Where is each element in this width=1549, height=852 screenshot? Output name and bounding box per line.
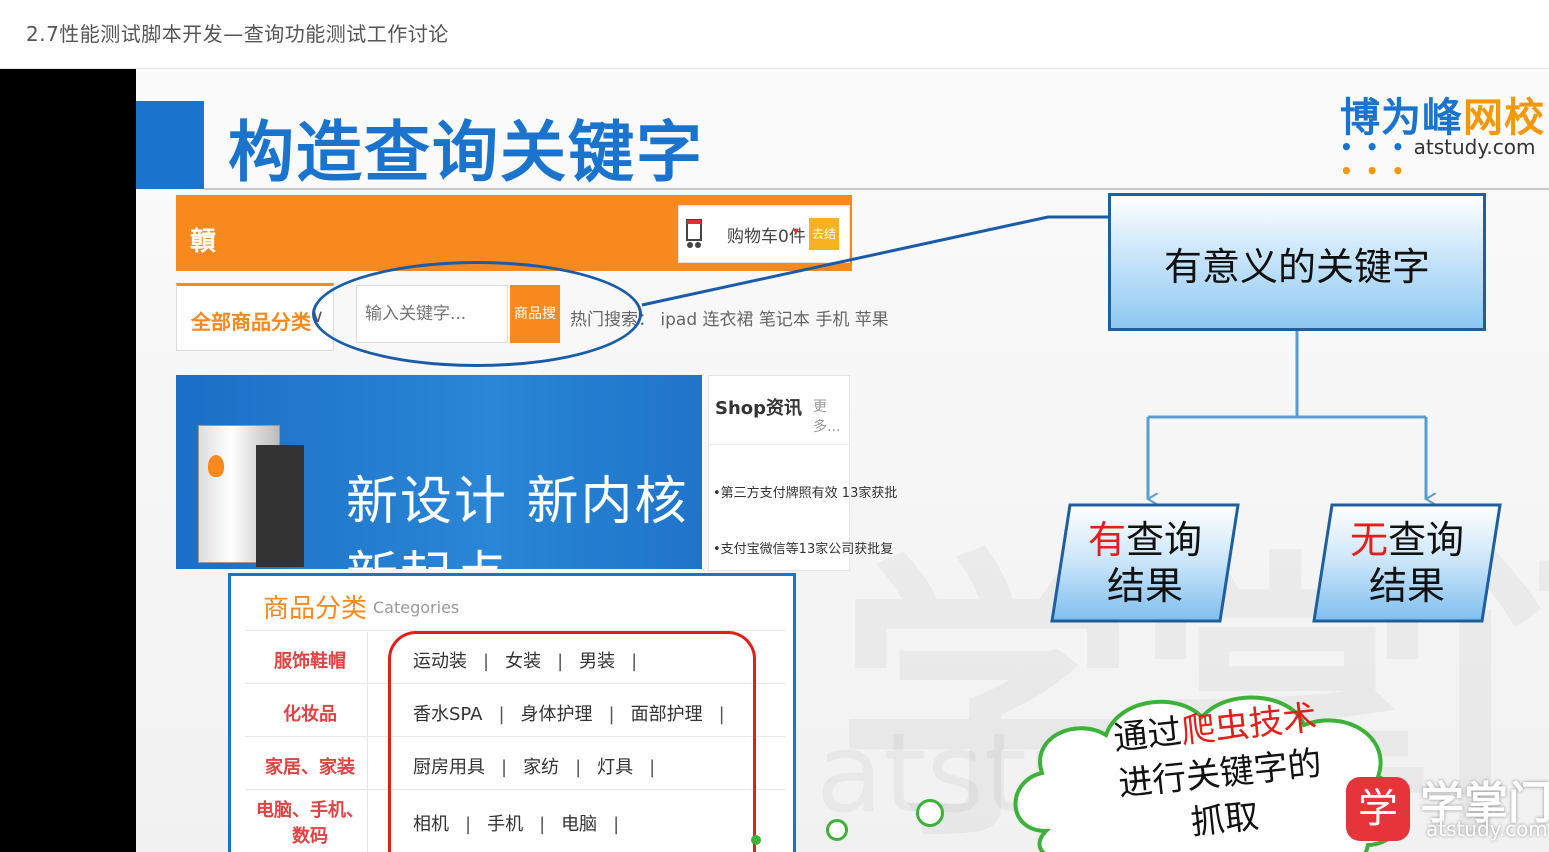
result-box-none: 无查询 结果 — [1312, 503, 1502, 623]
bubble-small — [826, 819, 848, 841]
video-player[interactable]: 学掌门 atstudy 构造查询关键字 博为峰网校 • • • atstudy.… — [0, 69, 1549, 852]
result-box-found: 有查询 结果 — [1050, 503, 1240, 623]
result-found-word: 查询 — [1126, 518, 1203, 562]
meaningful-keywords-label: 有意义的关键字 — [1163, 245, 1430, 289]
result-none-prefix: 无 — [1349, 518, 1388, 562]
result-found-prefix: 有 — [1087, 518, 1126, 562]
watermark-logo-icon: 学 — [1346, 777, 1410, 841]
result-found-label: 有查询 结果 — [1050, 517, 1240, 609]
cloud-line3: 抓取 — [1188, 796, 1261, 844]
pointer-line — [641, 215, 1108, 307]
result-none-word: 查询 — [1388, 518, 1465, 562]
bubble-medium — [916, 799, 944, 827]
cloud-line1-b: 爬虫技术 — [1179, 697, 1319, 752]
result-none-line2: 结果 — [1368, 564, 1445, 608]
meaningful-keywords-box: 有意义的关键字 — [1108, 193, 1486, 331]
result-found-line2: 结果 — [1106, 564, 1183, 608]
result-none-label: 无查询 结果 — [1312, 517, 1502, 609]
watermark-url: atstudy.com — [1426, 817, 1548, 841]
connector-dot — [751, 835, 761, 845]
cloud-text: 通过爬虫技术 进行关键字的 抓取 — [1083, 692, 1356, 852]
slide: 学掌门 atstudy 构造查询关键字 博为峰网校 • • • atstudy.… — [136, 69, 1549, 852]
lesson-title: 2.7性能测试脚本开发—查询功能测试工作讨论 — [26, 22, 449, 46]
cloud-line1-a: 通过 — [1111, 711, 1184, 759]
